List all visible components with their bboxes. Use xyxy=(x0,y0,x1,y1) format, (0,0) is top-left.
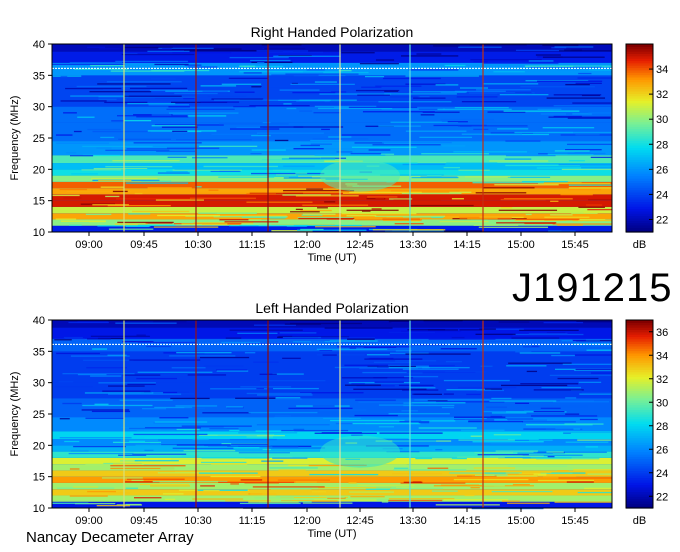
instrument-label: Nancay Decameter Array xyxy=(26,529,194,546)
x-tick-label: 09:00 xyxy=(75,239,103,251)
colorbar-tick-label: 24 xyxy=(656,468,668,480)
colorbar-tick-label: 24 xyxy=(656,189,668,201)
x-tick-label: 12:45 xyxy=(346,515,374,527)
colorbar-tick-label: 32 xyxy=(656,89,668,101)
x-tick-label: 11:15 xyxy=(239,515,266,527)
y-tick-label: 40 xyxy=(33,316,45,327)
top-panel-title: Right Handed Polarization xyxy=(250,24,414,40)
y-tick-label: 35 xyxy=(33,70,45,82)
colorbar-tick-label: 32 xyxy=(656,374,668,386)
x-tick-label: 09:00 xyxy=(75,515,103,527)
x-tick-label: 12:00 xyxy=(293,239,321,251)
colorbar-tick-label: 34 xyxy=(656,64,668,76)
burst-glow xyxy=(320,159,400,192)
bottom-panel-chart: 10 15 20 25 30 35 40 Frequency (MHz) 09:00 09:45 1… xyxy=(9,316,668,540)
y-axis-label: Frequency (MHz) xyxy=(9,96,21,181)
x-tick-label: 15:45 xyxy=(561,515,589,527)
intensity-band xyxy=(52,489,612,496)
x-tick-label: 13:30 xyxy=(399,239,427,251)
colorbar-tick-label: 34 xyxy=(656,350,668,362)
x-tick-label: 09:45 xyxy=(130,239,158,251)
colorbar-tick-label: 30 xyxy=(656,114,668,126)
y-tick-label: 20 xyxy=(33,440,45,452)
colorbar-unit: dB xyxy=(633,239,646,251)
y-tick-label: 35 xyxy=(33,346,45,358)
x-tick-label: 14:15 xyxy=(453,515,481,527)
x-tick-label: 12:00 xyxy=(293,515,321,527)
intensity-band xyxy=(52,351,612,367)
intensity-band xyxy=(52,62,612,76)
y-axis-label: Frequency (MHz) xyxy=(9,372,21,457)
x-axis-label: Time (UT) xyxy=(307,252,356,264)
colorbar-tick-label: 28 xyxy=(656,139,668,151)
y-tick-label: 15 xyxy=(33,196,45,208)
y-tick-label: 25 xyxy=(33,409,45,421)
colorbar-tick-label: 30 xyxy=(656,397,668,409)
top-panel-chart: 10 15 20 25 30 35 40 Frequency (MHz) 09:00 09:45 1… xyxy=(9,40,668,264)
y-tick-label: 30 xyxy=(33,102,45,114)
y-tick-label: 10 xyxy=(33,503,45,515)
x-tick-label: 13:30 xyxy=(399,515,427,527)
colorbar-tick-label: 26 xyxy=(656,164,668,176)
x-tick-label: 10:30 xyxy=(184,515,212,527)
x-axis-label: Time (UT) xyxy=(307,528,356,540)
colorbar-unit: dB xyxy=(633,515,646,527)
colorbar-tick-label: 22 xyxy=(656,491,668,503)
x-tick-label: 15:00 xyxy=(507,239,535,251)
y-tick-label: 25 xyxy=(33,133,45,145)
x-tick-label: 12:45 xyxy=(346,239,374,251)
x-tick-label: 09:45 xyxy=(130,515,158,527)
x-tick-label: 15:45 xyxy=(561,239,589,251)
x-tick-label: 11:15 xyxy=(239,239,266,251)
colorbar-tick-label: 36 xyxy=(656,327,668,339)
y-tick-label: 15 xyxy=(33,472,45,484)
bottom-panel-title: Left Handed Polarization xyxy=(255,300,409,316)
colorbar-tick-label: 28 xyxy=(656,421,668,433)
x-tick-label: 10:30 xyxy=(184,239,212,251)
y-tick-label: 40 xyxy=(33,40,45,51)
x-tick-label: 15:00 xyxy=(507,515,535,527)
x-tick-label: 14:15 xyxy=(453,239,481,251)
burst-glow xyxy=(320,435,400,468)
y-tick-label: 20 xyxy=(33,164,45,176)
colorbar-tick-label: 22 xyxy=(656,214,668,226)
colorbar-tick-label: 26 xyxy=(656,444,668,456)
y-tick-label: 30 xyxy=(33,378,45,390)
y-tick-label: 10 xyxy=(33,227,45,239)
